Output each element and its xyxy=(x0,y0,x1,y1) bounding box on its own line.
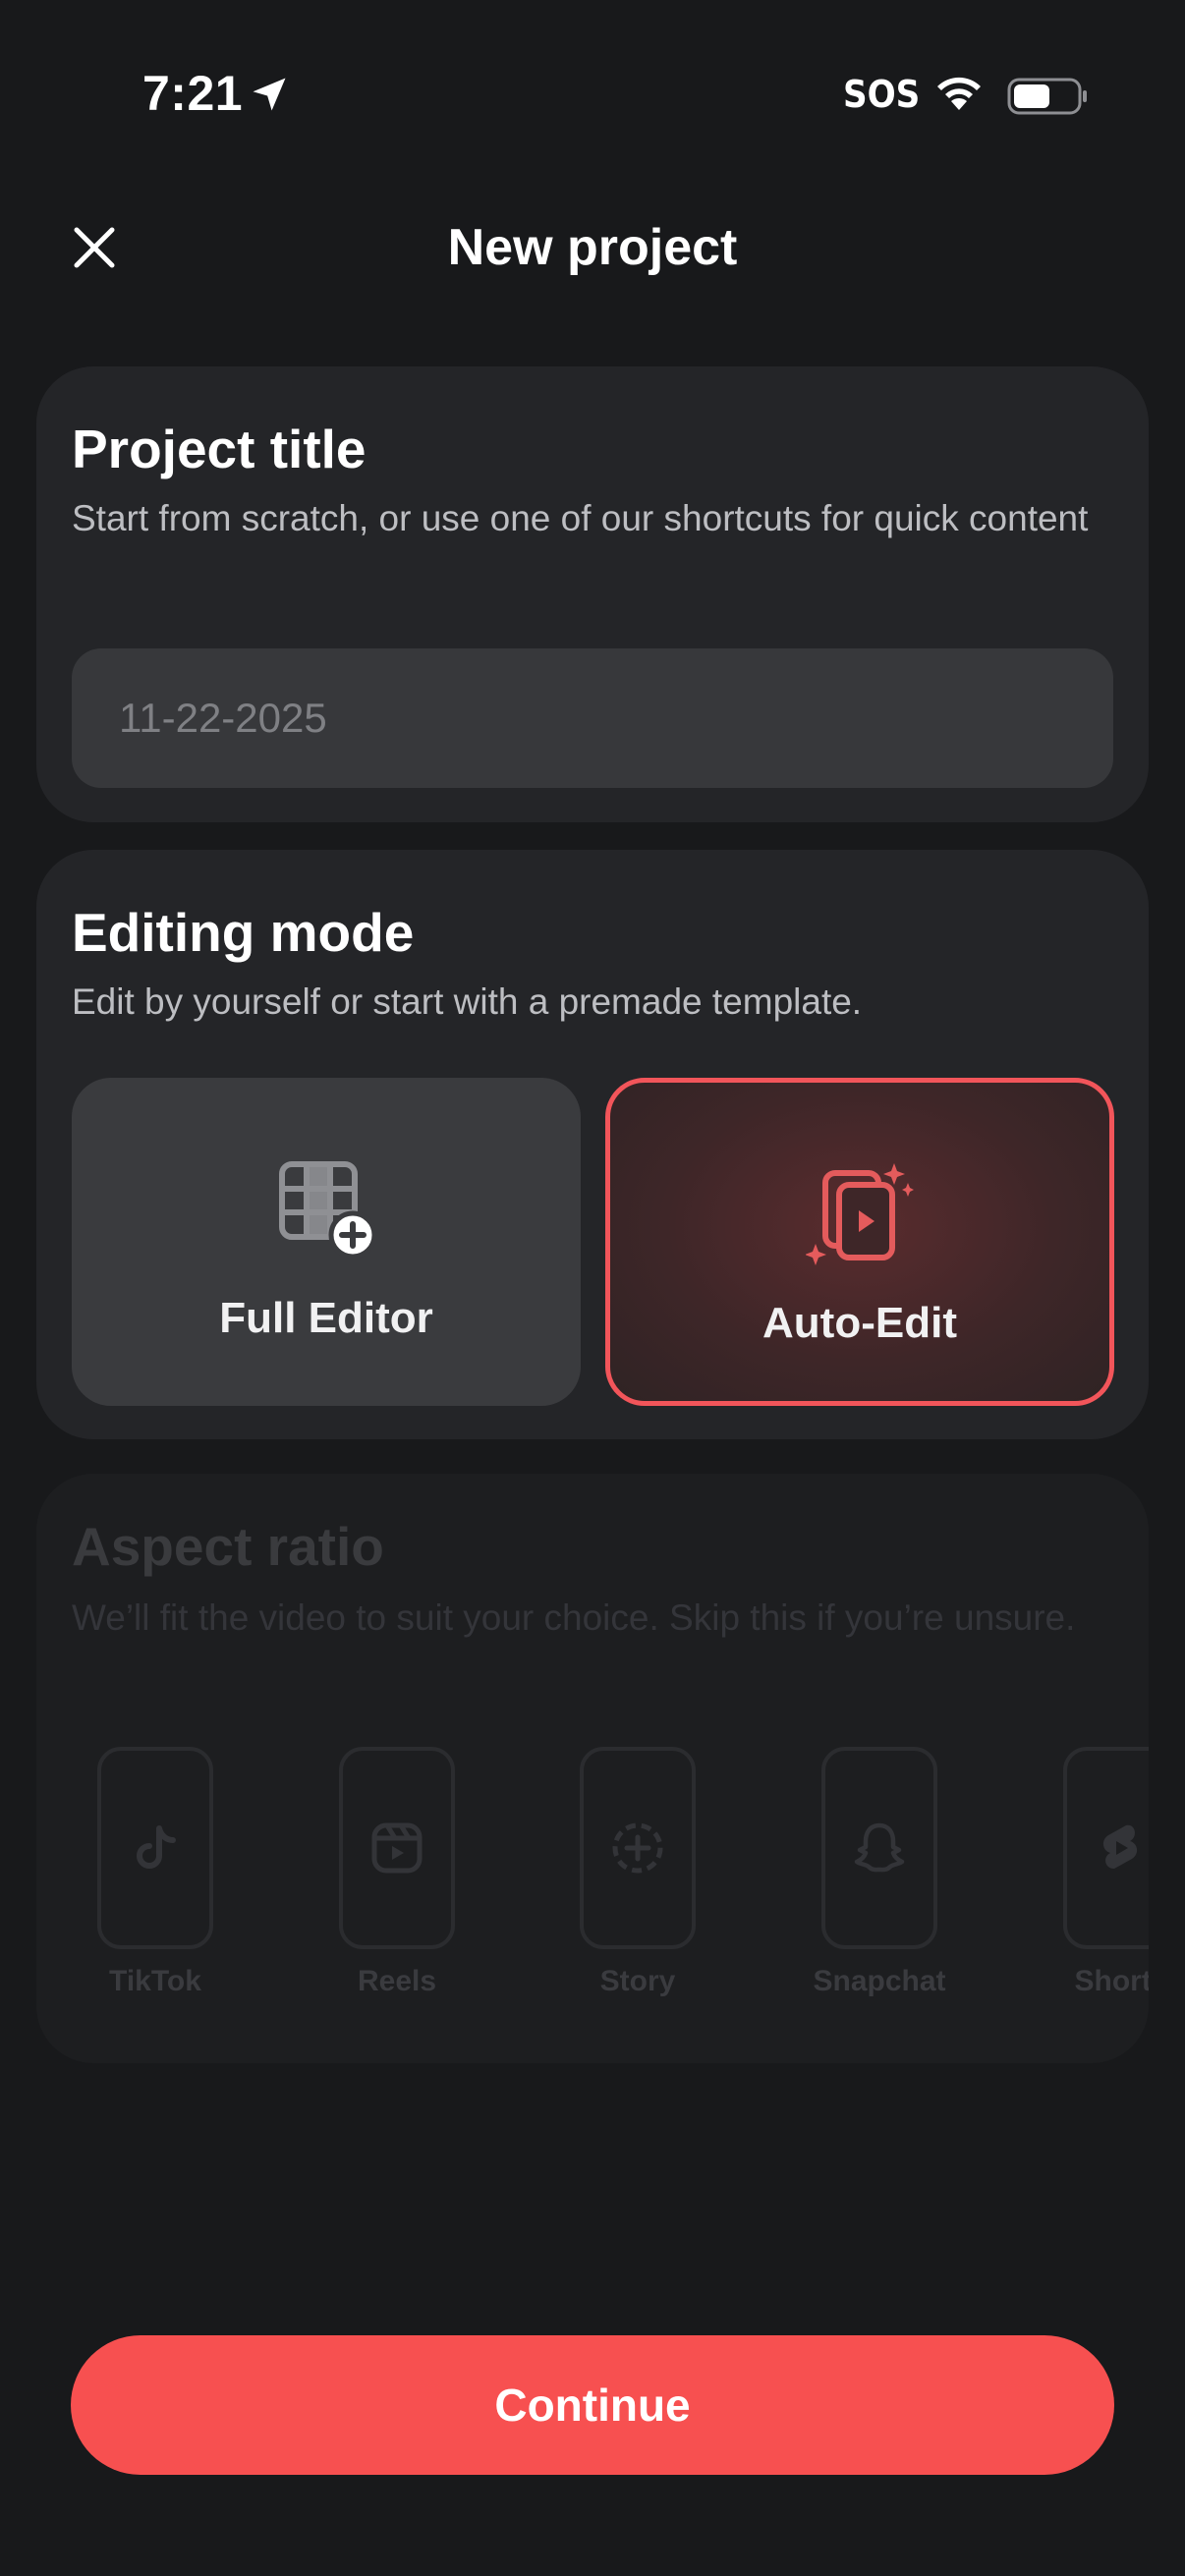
snapchat-icon xyxy=(854,1822,905,1873)
shorts-icon xyxy=(1102,1824,1138,1869)
full-editor-option[interactable]: Full Editor xyxy=(72,1078,581,1406)
page-title: New project xyxy=(447,219,738,276)
battery-icon xyxy=(1007,78,1087,115)
ratio-label-shorts: Shorts xyxy=(1074,1965,1149,1997)
aspect-ratio-heading: Aspect ratio xyxy=(72,1516,384,1577)
sos-indicator: SOS xyxy=(843,73,921,116)
auto-edit-option[interactable]: Auto-Edit xyxy=(605,1078,1114,1406)
location-arrow-icon xyxy=(253,78,286,111)
project-title-card: Project title Start from scratch, or use… xyxy=(36,366,1149,822)
editing-mode-heading: Editing mode xyxy=(72,902,415,963)
editing-mode-subtitle: Edit by yourself or start with a premade… xyxy=(72,981,863,1022)
story-icon xyxy=(612,1822,663,1874)
project-title-input[interactable] xyxy=(72,648,1113,788)
tiktok-icon xyxy=(137,1825,176,1869)
full-editor-label: Full Editor xyxy=(219,1294,433,1342)
status-time: 7:21 xyxy=(142,66,244,121)
project-title-heading: Project title xyxy=(72,419,367,479)
project-title-subtitle: Start from scratch, or use one of our sh… xyxy=(72,498,1089,538)
grid-plus-icon xyxy=(279,1161,377,1260)
ratio-option-shorts[interactable]: Shorts xyxy=(1038,1747,1149,1998)
ratio-option-story[interactable]: Story xyxy=(554,1747,721,1998)
ratio-option-snapchat[interactable]: Snapchat xyxy=(796,1747,963,1998)
ratio-scroll-clip: Shorts xyxy=(1019,1474,1149,2063)
editing-mode-card: Editing mode Edit by yourself or start w… xyxy=(36,850,1149,1439)
ratio-option-reels[interactable]: Reels xyxy=(313,1747,480,1998)
ratio-label-snapchat: Snapchat xyxy=(813,1965,946,1997)
sparkle-video-icon xyxy=(806,1163,914,1265)
continue-button[interactable]: Continue xyxy=(71,2335,1114,2475)
aspect-ratio-card: Aspect ratio We’ll fit the video to suit… xyxy=(36,1474,1149,2063)
ratio-label-reels: Reels xyxy=(357,1965,437,1997)
reels-icon xyxy=(371,1822,423,1874)
aspect-ratio-subtitle: We’ll fit the video to suit your choice.… xyxy=(72,1597,1076,1638)
ratio-label-tiktok: TikTok xyxy=(109,1965,201,1997)
ratio-option-tiktok[interactable]: TikTok xyxy=(72,1747,239,1998)
auto-edit-label: Auto-Edit xyxy=(762,1299,957,1347)
ratio-label-story: Story xyxy=(599,1965,676,1997)
wifi-icon xyxy=(937,77,981,110)
